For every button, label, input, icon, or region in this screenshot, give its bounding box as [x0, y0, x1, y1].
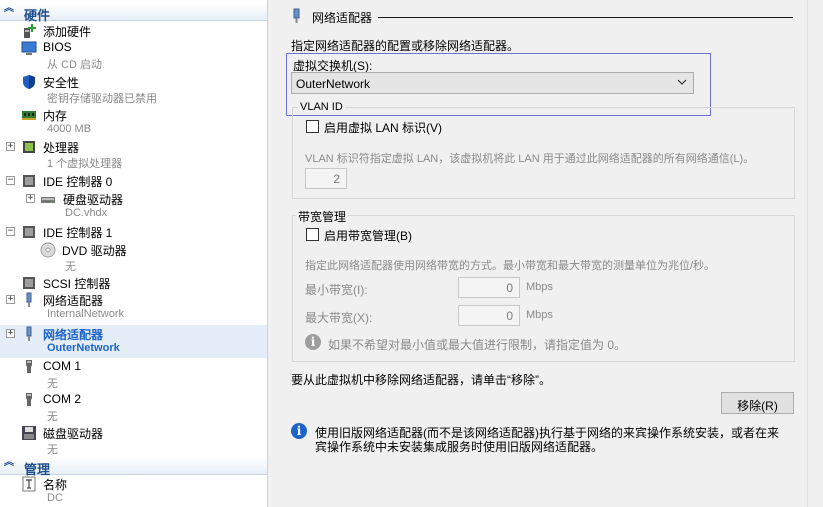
page-description: 指定网络适配器的配置或移除网络适配器。 — [291, 39, 520, 53]
bios-icon — [21, 40, 37, 56]
add-hardware-icon — [21, 23, 37, 39]
memory-icon — [21, 107, 37, 123]
sidebar-item-label: 内存 — [43, 109, 68, 123]
sidebar-item-label: 安全性 — [43, 76, 80, 90]
chevron-down-icon[interactable] — [677, 76, 687, 91]
sidebar-item-sub: 无 — [47, 411, 58, 423]
min-bandwidth-input[interactable]: 0 — [458, 277, 520, 298]
sidebar-item-label: DVD 驱动器 — [62, 244, 127, 258]
management-section-header[interactable]: ︽ 管理 — [0, 458, 267, 477]
sidebar-item-com2[interactable]: COM 2 无 — [0, 392, 267, 425]
expand-icon[interactable]: + — [6, 295, 15, 304]
bandwidth-description: 指定此网络适配器使用网络带宽的方式。最小带宽和最大带宽的测量单位为兆位/秒。 — [305, 260, 716, 272]
settings-panel: 网络适配器 指定网络适配器的配置或移除网络适配器。 虚拟交换机(S): Oute… — [276, 0, 807, 507]
network-adapter-icon — [291, 8, 303, 27]
sidebar-item-label: 名称 — [43, 478, 68, 492]
sidebar-item-dvd-drive[interactable]: DVD 驱动器 无 — [0, 242, 267, 275]
sidebar-item-diskette-drive[interactable]: 磁盘驱动器 无 — [0, 425, 267, 458]
controller-icon — [21, 173, 37, 189]
name-icon — [21, 476, 37, 492]
vlan-id-input[interactable]: 2 — [305, 168, 347, 189]
sidebar-item-sub: 密钥存储驱动器已禁用 — [47, 93, 157, 105]
remove-instruction: 要从此虚拟机中移除网络适配器，请单击“移除”。 — [291, 373, 551, 387]
sidebar-item-memory[interactable]: 内存 4000 MB — [0, 107, 267, 140]
controller-icon — [21, 224, 37, 240]
remove-button[interactable]: 移除(R) — [721, 392, 794, 414]
vlan-group-title: VLAN ID — [298, 101, 345, 113]
sidebar-item-label: 处理器 — [43, 141, 80, 155]
virtual-switch-select[interactable]: OuterNetwork — [291, 72, 694, 94]
min-bandwidth-unit: Mbps — [526, 281, 553, 293]
expand-icon[interactable]: + — [6, 142, 15, 151]
hardware-tree[interactable]: ︽ 硬件 添加硬件 BIOS 从 CD 启动 安全性 密钥存储驱动器已禁用 内存… — [0, 0, 268, 507]
sidebar-item-processor[interactable]: + 处理器 1 个虚拟处理器 — [0, 139, 267, 172]
sidebar-item-sub: DC.vhdx — [65, 207, 108, 219]
expand-icon[interactable]: + — [26, 194, 35, 203]
sidebar-item-com1[interactable]: COM 1 无 — [0, 359, 267, 392]
dvd-icon — [40, 242, 56, 258]
sidebar-item-sub: InternalNetwork — [47, 308, 125, 320]
vertical-scrollbar[interactable] — [807, 0, 823, 507]
sidebar-item-label: 硬盘驱动器 — [63, 193, 124, 207]
enable-vlan-checkbox[interactable] — [306, 120, 319, 133]
sidebar-item-sub: OuterNetwork — [47, 342, 120, 354]
com-port-icon — [21, 392, 37, 408]
collapse-icon[interactable]: − — [6, 227, 15, 236]
sidebar-item-network-adapter-outer[interactable]: + 网络适配器 OuterNetwork — [0, 325, 267, 358]
sidebar-item-security[interactable]: 安全性 密钥存储驱动器已禁用 — [0, 74, 267, 107]
virtual-switch-value: OuterNetwork — [296, 77, 371, 91]
sidebar-item-label: 网络适配器 — [43, 328, 104, 342]
hardware-section-title: 硬件 — [24, 8, 51, 23]
max-bandwidth-unit: Mbps — [526, 309, 553, 321]
sidebar-item-bios[interactable]: BIOS 从 CD 启动 — [0, 40, 267, 73]
sidebar-item-sub: 无 — [47, 378, 58, 390]
min-bandwidth-label: 最小带宽(I): — [305, 283, 368, 297]
collapse-icon[interactable]: − — [6, 176, 15, 185]
info-icon: i — [291, 423, 307, 439]
sidebar-item-label: IDE 控制器 0 — [43, 175, 113, 189]
enable-bandwidth-checkbox[interactable] — [306, 228, 319, 241]
hard-drive-icon — [40, 191, 56, 207]
sidebar-item-sub: 1 个虚拟处理器 — [47, 158, 123, 170]
collapse-chevron-icon[interactable]: ︽ — [4, 458, 16, 473]
sidebar-item-hard-drive[interactable]: + 硬盘驱动器 DC.vhdx — [0, 191, 267, 224]
network-adapter-icon — [21, 292, 37, 308]
sidebar-item-network-adapter-internal[interactable]: + 网络适配器 InternalNetwork — [0, 292, 267, 325]
controller-icon — [21, 275, 37, 291]
sidebar-item-label: COM 2 — [43, 392, 82, 406]
processor-icon — [21, 139, 37, 155]
max-bandwidth-label: 最大带宽(X): — [305, 311, 373, 325]
diskette-icon — [21, 425, 37, 441]
legacy-info-line-2: 宾操作系统中未安装集成服务时使用旧版网络适配器。 — [315, 440, 604, 454]
enable-bandwidth-label: 启用带宽管理(B) — [324, 229, 412, 243]
collapse-chevron-icon[interactable]: ︽ — [4, 4, 16, 19]
sidebar-item-label: IDE 控制器 1 — [43, 226, 113, 240]
sidebar-item-label: 添加硬件 — [43, 25, 92, 39]
sidebar-item-sub: 无 — [47, 444, 58, 456]
max-bandwidth-input[interactable]: 0 — [458, 305, 520, 326]
com-port-icon — [21, 359, 37, 375]
sidebar-item-label: SCSI 控制器 — [43, 277, 111, 291]
page-title: 网络适配器 — [312, 11, 373, 25]
enable-vlan-label: 启用虚拟 LAN 标识(V) — [324, 121, 443, 135]
title-divider — [378, 17, 793, 18]
sidebar-item-label: BIOS — [43, 40, 72, 54]
sidebar-item-name[interactable]: 名称 DC — [0, 476, 267, 507]
info-icon: i — [305, 334, 321, 350]
sidebar-item-label: COM 1 — [43, 359, 82, 373]
vlan-description: VLAN 标识符指定虚拟 LAN，该虚拟机将此 LAN 用于通过此网络适配器的所… — [305, 153, 755, 165]
sidebar-item-label: 磁盘驱动器 — [43, 427, 104, 441]
network-adapter-icon — [21, 326, 37, 342]
sidebar-item-sub: DC — [47, 492, 63, 504]
sidebar-item-label: 网络适配器 — [43, 294, 104, 308]
expand-icon[interactable]: + — [6, 329, 15, 338]
bandwidth-group-title: 带宽管理 — [296, 208, 349, 225]
sidebar-item-sub: 无 — [65, 261, 76, 273]
sidebar-item-sub: 4000 MB — [47, 123, 92, 135]
hardware-section-header[interactable]: ︽ 硬件 — [0, 4, 267, 23]
shield-icon — [21, 74, 37, 90]
sidebar-item-sub: 从 CD 启动 — [47, 59, 102, 71]
bandwidth-info-text: 如果不希望对最小值或最大值进行限制，请指定值为 0。 — [328, 338, 627, 352]
